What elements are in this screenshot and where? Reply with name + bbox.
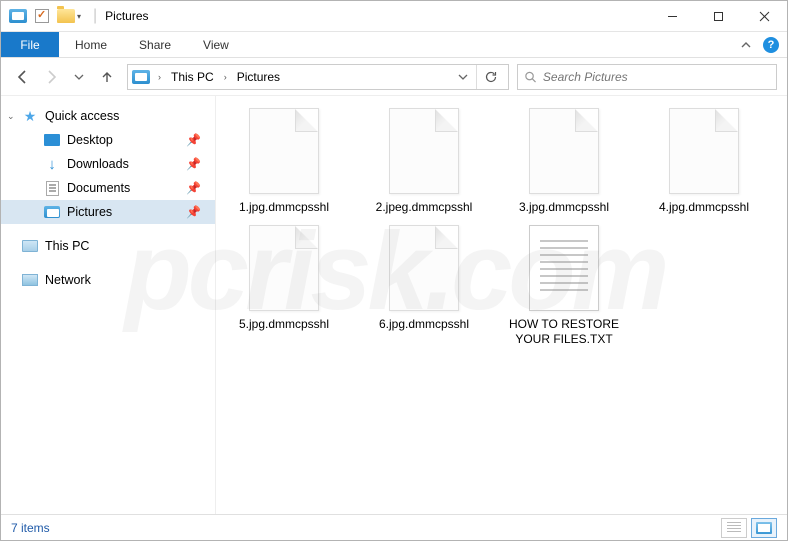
file-item[interactable]: 5.jpg.dmmcpsshl [224,225,344,347]
documents-icon [43,180,61,196]
file-label: 2.jpeg.dmmcpsshl [376,200,473,215]
file-label: 4.jpg.dmmcpsshl [659,200,749,215]
breadcrumb-current[interactable]: Pictures [235,70,282,84]
address-dropdown-icon[interactable] [458,72,468,82]
help-icon[interactable]: ? [763,37,779,53]
network-icon [21,272,39,288]
sidebar-item-label: Desktop [67,133,113,147]
pin-icon: 📌 [186,133,201,147]
up-button[interactable] [95,65,119,89]
chevron-right-icon[interactable]: › [220,72,231,82]
ribbon: File Home Share View ? [1,32,787,58]
file-label: 1.jpg.dmmcpsshl [239,200,329,215]
file-item[interactable]: 1.jpg.dmmcpsshl [224,108,344,215]
navigation-pane: ⌄ ★ Quick access Desktop 📌 ↓ Downloads 📌… [1,96,216,514]
sidebar-item-pictures[interactable]: Pictures 📌 [1,200,215,224]
downloads-icon: ↓ [43,156,61,172]
title-bar: ▾ | Pictures [1,1,787,32]
sidebar-item-downloads[interactable]: ↓ Downloads 📌 [1,152,215,176]
file-item[interactable]: 3.jpg.dmmcpsshl [504,108,624,215]
expand-icon[interactable]: ⌄ [7,111,15,122]
generic-file-icon [389,225,459,311]
breadcrumb-root[interactable]: This PC [169,70,216,84]
location-icon [132,70,150,84]
back-button[interactable] [11,65,35,89]
file-item[interactable]: HOW TO RESTORE YOUR FILES.TXT [504,225,624,347]
sidebar-label: This PC [45,239,89,253]
details-view-icon [727,522,741,534]
file-tab[interactable]: File [1,32,59,57]
tab-home[interactable]: Home [59,32,123,57]
pin-icon: 📌 [186,181,201,195]
generic-file-icon [249,108,319,194]
pc-icon [21,238,39,254]
file-label: 3.jpg.dmmcpsshl [519,200,609,215]
star-icon: ★ [21,108,39,124]
collapse-ribbon-icon[interactable] [739,38,753,52]
file-item[interactable]: 2.jpeg.dmmcpsshl [364,108,484,215]
sidebar-item-label: Downloads [67,157,129,171]
generic-file-icon [389,108,459,194]
sidebar-item-desktop[interactable]: Desktop 📌 [1,128,215,152]
search-box[interactable] [517,64,777,90]
navigation-bar: › This PC › Pictures [1,58,787,96]
large-icons-view-button[interactable] [751,518,777,538]
file-item[interactable]: 6.jpg.dmmcpsshl [364,225,484,347]
sidebar-label: Network [45,273,91,287]
pin-icon: 📌 [186,205,201,219]
file-label: HOW TO RESTORE YOUR FILES.TXT [505,317,623,347]
text-file-icon [529,225,599,311]
search-input[interactable] [543,70,770,84]
minimize-button[interactable] [649,1,695,31]
refresh-button[interactable] [476,65,504,89]
tab-share[interactable]: Share [123,32,187,57]
sidebar-network[interactable]: Network [1,268,215,292]
qat-properties[interactable] [31,5,53,27]
file-label: 5.jpg.dmmcpsshl [239,317,329,332]
maximize-button[interactable] [695,1,741,31]
desktop-icon [43,132,61,148]
sidebar-item-label: Documents [67,181,130,195]
pictures-icon [43,204,61,220]
sidebar-item-documents[interactable]: Documents 📌 [1,176,215,200]
window-title: Pictures [105,9,148,23]
close-button[interactable] [741,1,787,31]
separator: | [93,7,97,25]
search-icon [524,70,537,84]
file-list[interactable]: 1.jpg.dmmcpsshl 2.jpeg.dmmcpsshl 3.jpg.dmm… [216,96,787,514]
sidebar-quick-access[interactable]: ⌄ ★ Quick access [1,104,215,128]
sidebar-label: Quick access [45,109,119,123]
status-bar: 7 items [1,514,787,540]
details-view-button[interactable] [721,518,747,538]
status-text: 7 items [11,521,50,535]
file-label: 6.jpg.dmmcpsshl [379,317,469,332]
generic-file-icon [529,108,599,194]
forward-button[interactable] [39,65,63,89]
tab-view[interactable]: View [187,32,245,57]
chevron-right-icon[interactable]: › [154,72,165,82]
address-bar[interactable]: › This PC › Pictures [127,64,509,90]
sidebar-item-label: Pictures [67,205,112,219]
pin-icon: 📌 [186,157,201,171]
qat-new-folder[interactable] [55,5,77,27]
generic-file-icon [249,225,319,311]
qat-dropdown-icon[interactable]: ▾ [77,12,81,21]
file-item[interactable]: 4.jpg.dmmcpsshl [644,108,764,215]
app-icon [7,5,29,27]
sidebar-this-pc[interactable]: This PC [1,234,215,258]
large-icons-view-icon [756,522,772,534]
generic-file-icon [669,108,739,194]
recent-locations-button[interactable] [67,65,91,89]
